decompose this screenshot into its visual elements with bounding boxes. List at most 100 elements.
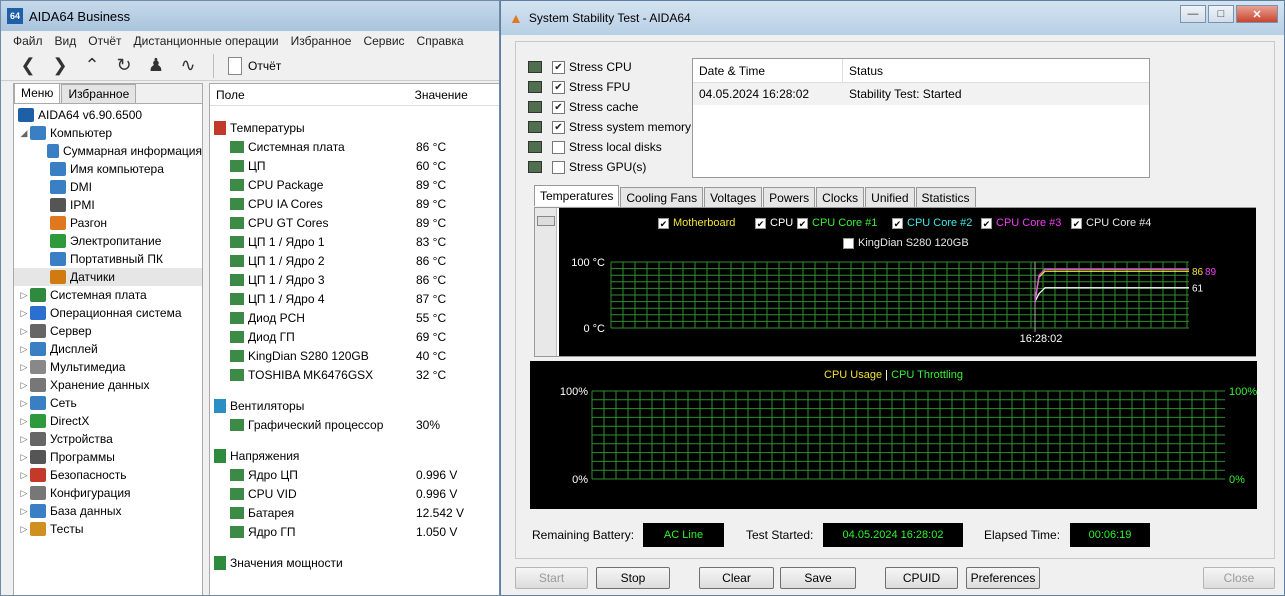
tree-item[interactable]: ▷ Операционная система	[14, 304, 202, 322]
stop-button[interactable]: Stop	[596, 567, 670, 589]
forward-icon[interactable]: ❯	[47, 53, 73, 79]
tree-item[interactable]: ▷ Мультимедиа	[14, 358, 202, 376]
tree-item[interactable]: Разгон	[14, 214, 202, 232]
tree-item[interactable]: IPMI	[14, 196, 202, 214]
expanded-arrow-icon[interactable]: ◢	[18, 128, 30, 139]
report-button[interactable]: Отчёт	[228, 56, 281, 75]
chart-tab[interactable]: Powers	[763, 187, 816, 207]
sensor-row[interactable]: Системная плата 86 °C	[210, 137, 499, 156]
stress-option[interactable]: ✔ Stress system memory	[528, 117, 691, 137]
tree-item[interactable]: Портативный ПК	[14, 250, 202, 268]
tree-item[interactable]: ▷ Тесты	[14, 520, 202, 538]
stability-test-title-bar[interactable]: ▲ System Stability Test - AIDA64	[501, 1, 1284, 35]
stress-checkbox[interactable]: ✔	[552, 120, 565, 134]
cpuid-button[interactable]: CPUID	[885, 567, 958, 589]
tree-item[interactable]: ▷ База данных	[14, 502, 202, 520]
tree-item[interactable]: ▷ DirectX	[14, 412, 202, 430]
tree-item[interactable]: ▷ Системная плата	[14, 286, 202, 304]
log-column-date[interactable]: Date & Time	[693, 59, 843, 82]
close-window-icon[interactable]: ✕	[1236, 5, 1278, 23]
sensor-row[interactable]: Графический процессор 30%	[210, 415, 499, 434]
sensor-row[interactable]: ЦП 60 °C	[210, 156, 499, 175]
sensor-row[interactable]: KingDian S280 120GB 40 °C	[210, 346, 499, 365]
collapsed-arrow-icon[interactable]: ▷	[18, 398, 30, 409]
log-column-status[interactable]: Status	[843, 59, 1131, 82]
save-button[interactable]: Save	[780, 567, 856, 589]
sensor-row[interactable]: CPU GT Cores 89 °C	[210, 213, 499, 232]
sensor-row[interactable]: ЦП 1 / Ядро 4 87 °C	[210, 289, 499, 308]
start-button[interactable]: Start	[515, 567, 588, 589]
tree-item[interactable]: ▷ Хранение данных	[14, 376, 202, 394]
menu-help[interactable]: Справка	[417, 34, 464, 48]
column-field[interactable]: Поле	[210, 88, 415, 102]
chart-icon[interactable]: ∿	[175, 53, 201, 79]
temperature-scrollbar[interactable]	[535, 208, 557, 356]
collapsed-arrow-icon[interactable]: ▷	[18, 380, 30, 391]
collapsed-arrow-icon[interactable]: ▷	[18, 344, 30, 355]
sensor-row[interactable]: CPU Package 89 °C	[210, 175, 499, 194]
tree-item[interactable]: ▷ Устройства	[14, 430, 202, 448]
tree-item[interactable]: Электропитание	[14, 232, 202, 250]
sensor-row[interactable]: Ядро ЦП 0.996 V	[210, 465, 499, 484]
chart-tab[interactable]: Unified	[865, 187, 915, 207]
aida64-title-bar[interactable]: 64 AIDA64 Business	[1, 1, 499, 31]
scrollbar-thumb[interactable]	[537, 216, 555, 226]
collapsed-arrow-icon[interactable]: ▷	[18, 290, 30, 301]
menu-report[interactable]: Отчёт	[88, 34, 121, 48]
stress-option[interactable]: ✔ Stress CPU	[528, 57, 632, 77]
chart-tab[interactable]: Cooling Fans	[620, 187, 704, 207]
sensor-row[interactable]: TOSHIBA MK6476GSX 32 °C	[210, 365, 499, 384]
tree-item[interactable]: ▷ Конфигурация	[14, 484, 202, 502]
sensor-row[interactable]: Ядро ГП 1.050 V	[210, 522, 499, 541]
collapsed-arrow-icon[interactable]: ▷	[18, 416, 30, 427]
tab-favorites[interactable]: Избранное	[61, 84, 137, 103]
collapsed-arrow-icon[interactable]: ▷	[18, 452, 30, 463]
menu-view[interactable]: Вид	[55, 34, 77, 48]
minimize-icon[interactable]: —	[1180, 5, 1206, 23]
clear-button[interactable]: Clear	[699, 567, 774, 589]
tree-item[interactable]: Имя компьютера	[14, 160, 202, 178]
menu-service[interactable]: Сервис	[363, 34, 404, 48]
tree-item[interactable]: Суммарная информация	[14, 142, 202, 160]
stress-checkbox[interactable]: ✔	[552, 80, 565, 94]
tab-menu[interactable]: Меню	[14, 83, 61, 103]
sensor-row[interactable]: CPU VID 0.996 V	[210, 484, 499, 503]
stress-option[interactable]: ✔ Stress cache	[528, 97, 638, 117]
tree-item[interactable]: ▷ Сервер	[14, 322, 202, 340]
maximize-icon[interactable]: □	[1208, 5, 1234, 23]
tree-item[interactable]: DMI	[14, 178, 202, 196]
stress-checkbox[interactable]	[552, 140, 565, 154]
tree-root[interactable]: AIDA64 v6.90.6500	[14, 106, 202, 124]
up-icon[interactable]: ⌃	[79, 53, 105, 79]
collapsed-arrow-icon[interactable]: ▷	[18, 470, 30, 481]
tree-item[interactable]: ▷ Безопасность	[14, 466, 202, 484]
menu-favorites[interactable]: Избранное	[291, 34, 352, 48]
close-button[interactable]: Close	[1203, 567, 1275, 589]
collapsed-arrow-icon[interactable]: ▷	[18, 506, 30, 517]
chart-tab[interactable]: Voltages	[704, 187, 763, 207]
sensor-row[interactable]: ЦП 1 / Ядро 2 86 °C	[210, 251, 499, 270]
tree-item[interactable]: ▷ Сеть	[14, 394, 202, 412]
stress-option[interactable]: ✔ Stress FPU	[528, 77, 630, 97]
log-row[interactable]: 04.05.2024 16:28:02 Stability Test: Star…	[693, 83, 1149, 105]
column-value[interactable]: Значение	[415, 88, 499, 102]
stress-option[interactable]: Stress local disks	[528, 137, 662, 157]
user-icon[interactable]: ♟	[143, 53, 169, 79]
tree-item[interactable]: Датчики	[14, 268, 202, 286]
stress-checkbox[interactable]: ✔	[552, 60, 565, 74]
collapsed-arrow-icon[interactable]: ▷	[18, 434, 30, 445]
sensor-row[interactable]: Батарея 12.542 V	[210, 503, 499, 522]
stress-option[interactable]: Stress GPU(s)	[528, 157, 646, 177]
refresh-icon[interactable]: ↻	[111, 53, 137, 79]
collapsed-arrow-icon[interactable]: ▷	[18, 308, 30, 319]
sensor-row[interactable]: Диод PCH 55 °C	[210, 308, 499, 327]
menu-file[interactable]: Файл	[13, 34, 43, 48]
chart-tab[interactable]: Temperatures	[534, 185, 620, 206]
chart-tab[interactable]: Clocks	[816, 187, 865, 207]
sensor-row[interactable]: Диод ГП 69 °C	[210, 327, 499, 346]
chart-tab[interactable]: Statistics	[915, 187, 976, 207]
stress-checkbox[interactable]	[552, 160, 565, 174]
tree-item[interactable]: ◢ Компьютер	[14, 124, 202, 142]
collapsed-arrow-icon[interactable]: ▷	[18, 488, 30, 499]
sensor-row[interactable]: ЦП 1 / Ядро 3 86 °C	[210, 270, 499, 289]
